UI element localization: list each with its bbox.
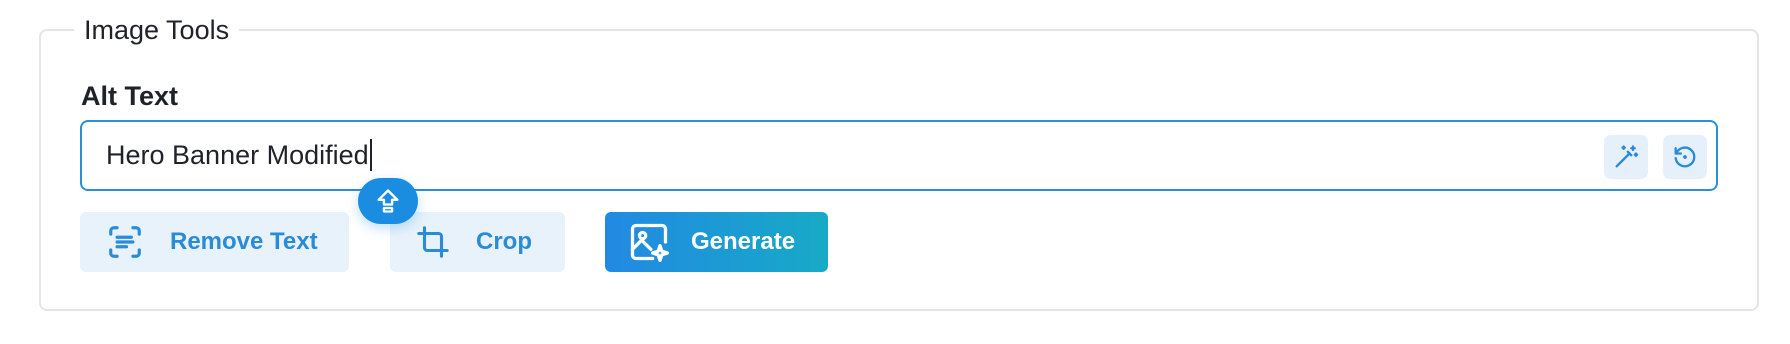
generate-label: Generate bbox=[691, 228, 796, 255]
remove-text-button[interactable]: Remove Text bbox=[80, 212, 349, 272]
shift-arrow-icon bbox=[377, 189, 399, 213]
generate-button[interactable]: Generate bbox=[605, 212, 828, 272]
panel-legend: Image Tools bbox=[74, 10, 240, 50]
text-caret bbox=[369, 138, 372, 171]
scan-text-icon bbox=[106, 223, 144, 261]
crop-button[interactable]: Crop bbox=[390, 212, 565, 272]
reset-icon bbox=[1674, 146, 1696, 168]
reset-button[interactable] bbox=[1663, 135, 1707, 179]
crop-label: Crop bbox=[476, 228, 532, 255]
alt-text-label: Alt Text bbox=[81, 81, 179, 111]
shift-badge[interactable] bbox=[358, 178, 418, 224]
crop-icon bbox=[416, 225, 450, 259]
magic-wand-icon bbox=[1615, 145, 1639, 168]
alt-text-input[interactable]: Hero Banner Modified bbox=[80, 120, 1718, 191]
remove-text-label: Remove Text bbox=[170, 228, 318, 255]
image-sparkle-icon bbox=[627, 220, 671, 264]
magic-wand-button[interactable] bbox=[1604, 135, 1648, 179]
alt-text-value[interactable]: Hero Banner Modified bbox=[106, 122, 372, 189]
alt-text-value-text: Hero Banner Modified bbox=[106, 140, 369, 170]
